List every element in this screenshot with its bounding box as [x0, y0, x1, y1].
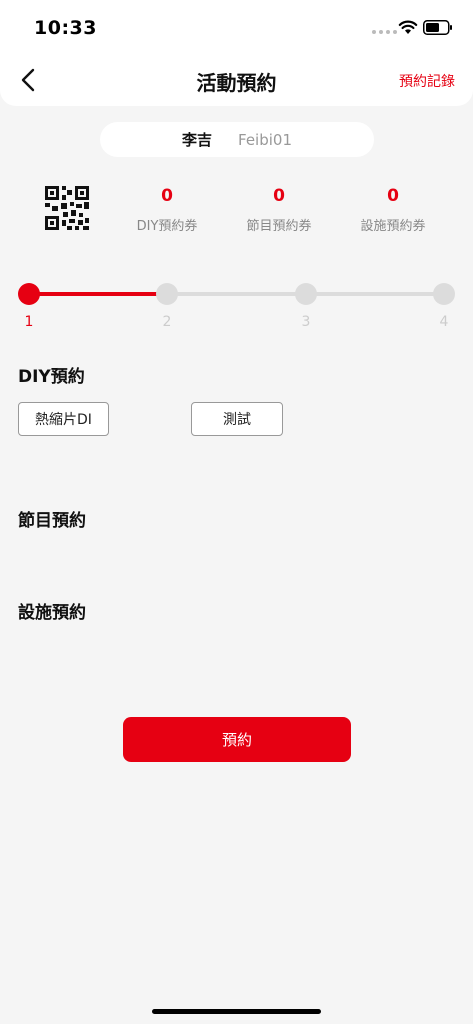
step-label-1: 1 [24, 314, 34, 330]
step-dot-4[interactable] [433, 283, 455, 305]
book-submit-button[interactable]: 預約 [123, 717, 351, 762]
status-bar: 10:33 [0, 0, 473, 54]
step-dot-1[interactable] [18, 283, 40, 305]
coupon-facility-count: 0 [387, 186, 399, 206]
screen: 10:33 活動預約 預約記錄 李吉 Feibi01 0 DIY預約券 0 節目… [0, 0, 473, 1024]
nav-header: 活動預約 預約記錄 [0, 54, 473, 106]
step-progress-fill [28, 292, 167, 296]
step-label-4: 4 [439, 314, 449, 330]
diy-option-button-2[interactable]: 測試 [191, 402, 283, 436]
step-label-3: 3 [301, 314, 311, 330]
step-dot-2[interactable] [156, 283, 178, 305]
coupon-diy-label: DIY預約券 [136, 219, 198, 234]
step-dot-3[interactable] [295, 283, 317, 305]
coupon-program-count: 0 [273, 186, 285, 206]
coupon-facility-label: 設施預約券 [360, 219, 426, 234]
coupon-facility: 0 設施預約券 [338, 186, 448, 234]
home-indicator [152, 1009, 321, 1014]
user-info-pill: 李吉 Feibi01 [100, 122, 374, 157]
user-id: Feibi01 [238, 130, 292, 149]
user-name: 李吉 [182, 131, 213, 149]
diy-section-title: DIY預約 [18, 367, 85, 387]
status-time: 10:33 [34, 17, 97, 39]
coupon-program: 0 節目預約券 [224, 186, 334, 234]
facility-section-title: 設施預約 [18, 603, 86, 623]
qr-code-icon[interactable] [45, 186, 89, 230]
booking-records-link[interactable]: 預約記錄 [399, 71, 455, 91]
battery-icon [423, 20, 452, 35]
program-section-title: 節目預約 [18, 511, 86, 531]
signal-icon [372, 30, 397, 34]
diy-option-button-1[interactable]: 熱縮片DI [18, 402, 109, 436]
coupon-diy-count: 0 [161, 186, 173, 206]
coupon-diy: 0 DIY預約券 [112, 186, 222, 234]
coupon-program-label: 節目預約券 [246, 219, 312, 234]
step-label-2: 2 [162, 314, 172, 330]
wifi-icon [398, 20, 418, 34]
